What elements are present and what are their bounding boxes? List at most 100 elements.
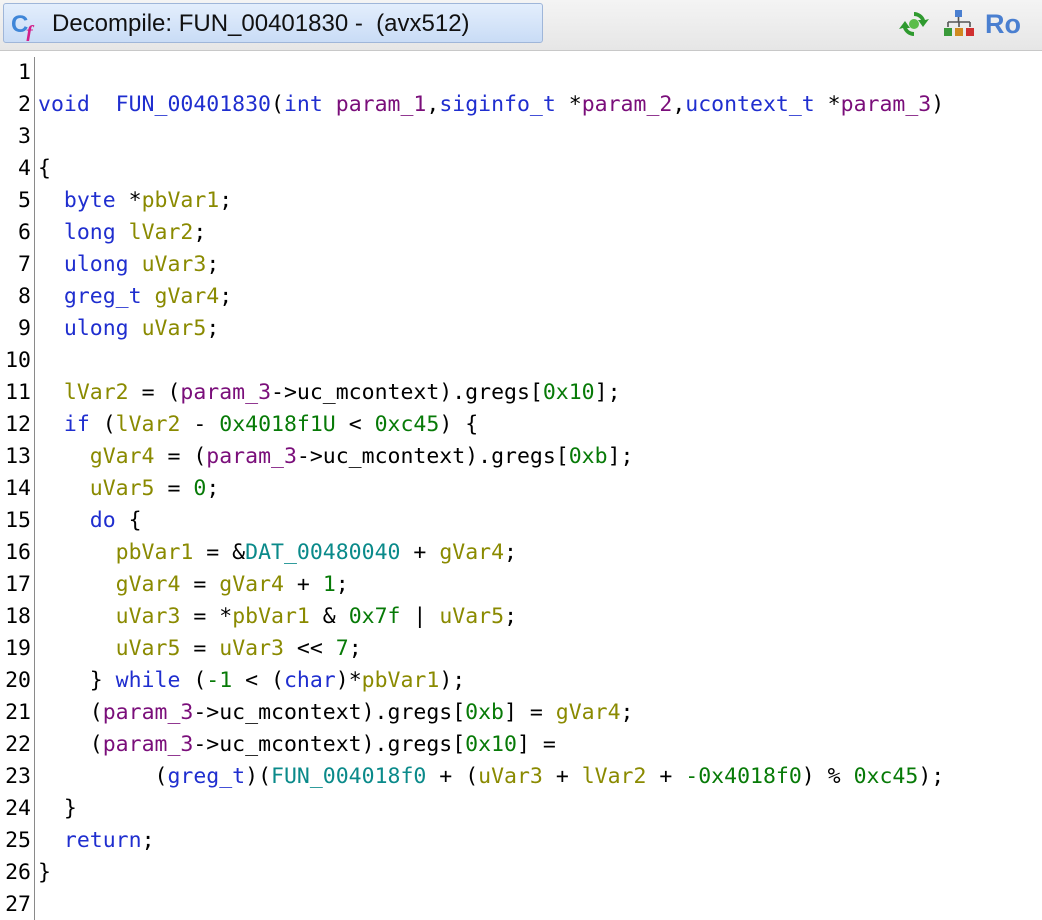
code-token[interactable]: char — [284, 668, 336, 693]
code-token[interactable]: pbVar1 — [142, 188, 220, 213]
code-token[interactable]: + — [400, 540, 439, 565]
code-text[interactable]: pbVar1 = &DAT_00480040 + gVar4; — [38, 537, 517, 569]
code-token[interactable]: ); — [918, 764, 944, 789]
code-text[interactable]: byte *pbVar1; — [38, 185, 232, 217]
code-line[interactable]: 23 (greg_t)(FUN_004018f0 + (uVar3 + lVar… — [0, 761, 1042, 793]
code-token[interactable]: = — [155, 476, 194, 501]
code-token[interactable]: uVar3 — [219, 636, 284, 661]
code-token[interactable]: ] = — [504, 700, 556, 725]
code-token[interactable]: 0xc45 — [375, 412, 440, 437]
code-token[interactable] — [38, 316, 64, 341]
code-token[interactable]: ( — [271, 92, 284, 117]
code-token[interactable] — [38, 476, 90, 501]
code-token[interactable]: uVar5 — [116, 636, 181, 661]
code-token[interactable]: 0x10 — [465, 732, 517, 757]
code-token[interactable]: param_3 — [103, 700, 194, 725]
code-token[interactable]: FUN_00401830 — [116, 92, 271, 117]
code-token[interactable]: -1 — [206, 668, 232, 693]
code-token[interactable]: 0xb — [465, 700, 504, 725]
code-token[interactable]: greg_t — [64, 284, 142, 309]
code-token[interactable]: ulong — [64, 252, 129, 277]
code-line[interactable]: 1 — [0, 57, 1042, 89]
code-token[interactable]: { — [116, 508, 142, 533]
code-token[interactable]: DAT_00480040 — [245, 540, 400, 565]
code-text[interactable]: uVar3 = *pbVar1 & 0x7f | uVar5; — [38, 601, 517, 633]
code-token[interactable]: 0xc45 — [854, 764, 919, 789]
call-graph-icon[interactable] — [942, 8, 976, 40]
code-token[interactable]: if — [64, 412, 90, 437]
code-token[interactable]: ucontext_t — [685, 92, 814, 117]
code-token[interactable] — [38, 188, 64, 213]
code-token[interactable] — [38, 508, 90, 533]
code-token[interactable]: long — [64, 220, 116, 245]
code-text[interactable]: lVar2 = (param_3->uc_mcontext).gregs[0x1… — [38, 377, 621, 409]
code-token[interactable] — [38, 828, 64, 853]
code-token[interactable]: ->uc_mcontext).gregs[ — [193, 700, 465, 725]
code-text[interactable]: uVar5 = uVar3 << 7; — [38, 633, 362, 665]
code-token[interactable]: ->uc_mcontext).gregs[ — [297, 444, 569, 469]
code-token[interactable]: param_2 — [582, 92, 673, 117]
code-token[interactable]: uVar3 — [116, 604, 181, 629]
code-token[interactable]: * — [116, 188, 142, 213]
code-line[interactable]: 9 ulong uVar5; — [0, 313, 1042, 345]
code-token[interactable]: lVar2 — [129, 220, 194, 245]
decompile-tab[interactable]: C f Decompile: FUN_00401830 - (avx512) — [3, 3, 543, 43]
code-token[interactable] — [90, 92, 116, 117]
code-token[interactable] — [38, 252, 64, 277]
code-token[interactable] — [142, 284, 155, 309]
code-token[interactable] — [38, 572, 116, 597]
code-token[interactable]: ] = — [517, 732, 556, 757]
code-token[interactable]: gVar4 — [556, 700, 621, 725]
code-token[interactable]: } — [38, 796, 77, 821]
code-token[interactable]: param_3 — [841, 92, 932, 117]
code-line[interactable]: 16 pbVar1 = &DAT_00480040 + gVar4; — [0, 537, 1042, 569]
code-token[interactable]: ); — [439, 668, 465, 693]
code-line[interactable]: 6 long lVar2; — [0, 217, 1042, 249]
code-text[interactable]: } — [38, 793, 77, 825]
code-text[interactable]: { — [38, 153, 51, 185]
code-token[interactable]: 7 — [336, 636, 349, 661]
code-token[interactable]: ; — [219, 188, 232, 213]
code-token[interactable]: gVar4 — [155, 284, 220, 309]
code-token[interactable]: do — [90, 508, 116, 533]
code-token[interactable]: uVar3 — [478, 764, 543, 789]
code-token[interactable]: int — [284, 92, 323, 117]
code-token[interactable] — [38, 380, 64, 405]
code-token[interactable]: FUN_004018f0 — [271, 764, 426, 789]
code-token[interactable]: 0x7f — [349, 604, 401, 629]
code-text[interactable]: gVar4 = (param_3->uc_mcontext).gregs[0xb… — [38, 441, 634, 473]
code-token[interactable]: pbVar1 — [232, 604, 310, 629]
code-token[interactable]: = — [180, 572, 219, 597]
code-token[interactable]: 0xb — [569, 444, 608, 469]
code-token[interactable]: ) { — [439, 412, 478, 437]
code-token[interactable]: * — [556, 92, 582, 117]
code-token[interactable]: + — [543, 764, 582, 789]
code-token[interactable]: ; — [621, 700, 634, 725]
code-token[interactable]: = & — [193, 540, 245, 565]
code-text[interactable]: long lVar2; — [38, 217, 206, 249]
code-text[interactable]: ulong uVar3; — [38, 249, 219, 281]
code-token[interactable]: uVar3 — [142, 252, 207, 277]
code-token[interactable]: + — [646, 764, 685, 789]
code-token[interactable] — [38, 540, 116, 565]
code-token[interactable]: ]; — [595, 380, 621, 405]
read-only-toggle[interactable]: Ro — [985, 8, 1035, 40]
code-line[interactable]: 26} — [0, 857, 1042, 889]
code-line[interactable]: 4{ — [0, 153, 1042, 185]
code-token[interactable]: ; — [336, 572, 349, 597]
code-token[interactable]: ; — [193, 220, 206, 245]
code-token[interactable]: gVar4 — [439, 540, 504, 565]
code-token[interactable]: uVar5 — [90, 476, 155, 501]
code-token[interactable]: param_3 — [180, 380, 271, 405]
code-token[interactable]: uVar5 — [439, 604, 504, 629]
code-token[interactable]: ( — [90, 412, 116, 437]
code-token[interactable]: = * — [180, 604, 232, 629]
code-token[interactable]: ->uc_mcontext).gregs[ — [271, 380, 543, 405]
code-token[interactable] — [129, 316, 142, 341]
refresh-icon[interactable] — [897, 8, 931, 40]
code-token[interactable]: ) — [931, 92, 944, 117]
code-token[interactable]: ]; — [608, 444, 634, 469]
code-line[interactable]: 15 do { — [0, 505, 1042, 537]
code-line[interactable]: 27 — [0, 889, 1042, 920]
code-token[interactable]: + — [284, 572, 323, 597]
